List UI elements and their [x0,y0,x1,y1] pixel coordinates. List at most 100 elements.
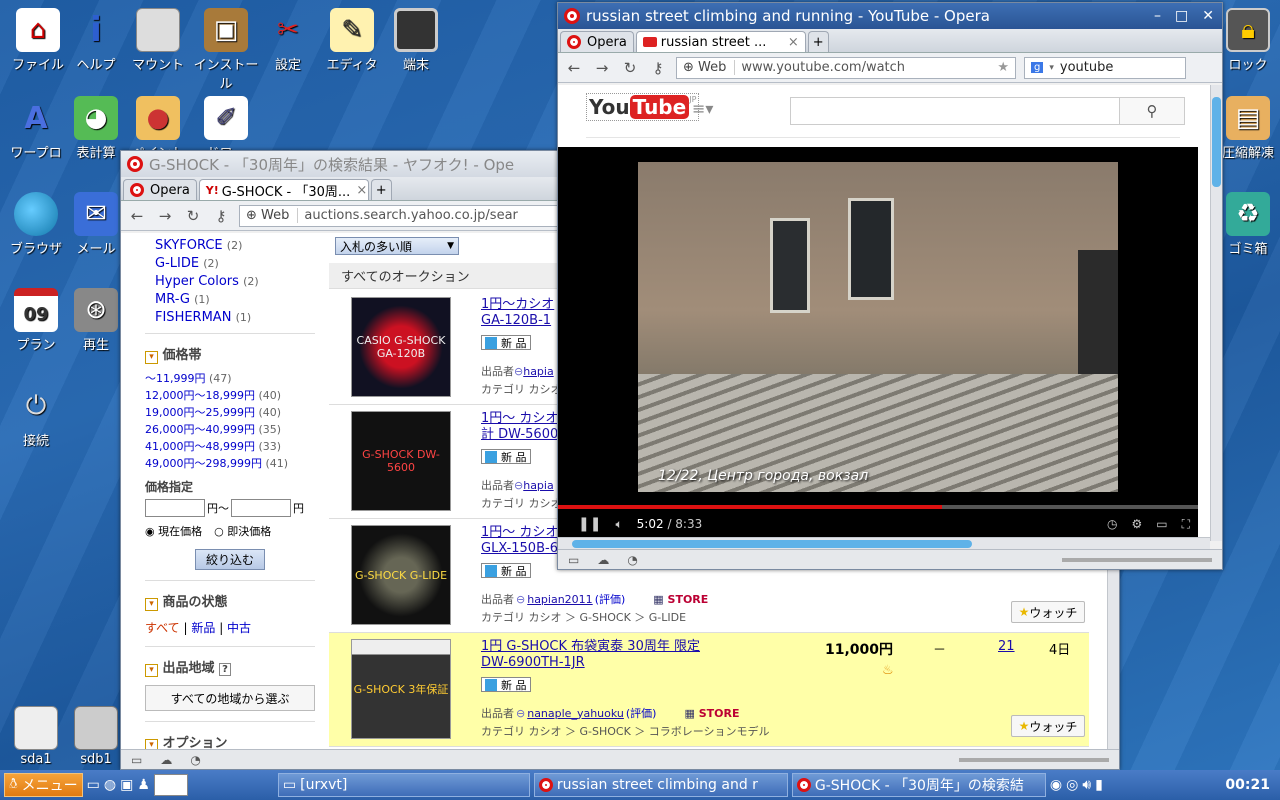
price-range-item[interactable]: 12,000円〜18,999円 (40) [145,387,315,404]
seller-link[interactable]: hapia [523,479,554,492]
condition-all[interactable]: すべて [145,621,180,635]
narrow-button[interactable]: 絞り込む [194,549,265,570]
quick-launch-globe-icon[interactable]: ◍ [104,777,116,793]
desktop-icon-mount[interactable]: マウント [122,8,194,73]
max-price-input[interactable] [231,499,291,517]
help-icon[interactable]: ? [219,663,231,676]
zoom-slider[interactable] [1062,557,1212,562]
bid-count-link[interactable]: 21 [998,639,1015,654]
item-thumbnail[interactable]: G-SHOCK 3年保証 [351,639,451,739]
desktop-icon-editor[interactable]: ✎ エディタ [316,8,388,73]
condition-used[interactable]: 中古 [227,621,251,635]
maximize-icon[interactable]: □ [1175,8,1188,24]
price-range-item[interactable]: 26,000円〜40,999円 (35) [145,421,315,438]
gear-icon[interactable]: ⚙ [1131,517,1142,531]
item-thumbnail[interactable]: CASIO G-SHOCK GA-120B [351,297,451,397]
show-desktop-icon[interactable] [153,774,188,796]
reload-icon[interactable]: ↻ [620,59,640,77]
close-icon[interactable]: ✕ [1202,8,1214,24]
seller-link[interactable]: hapia [523,365,554,378]
start-menu-button[interactable]: 🐧︎ メニュー [4,773,83,797]
youtube-search-input[interactable] [790,97,1120,125]
panel-toggle-icon[interactable]: ▭ [131,753,142,767]
scroll-thumb[interactable] [572,540,972,548]
desktop-icon-settings[interactable]: ✂ 設定 [252,8,324,73]
youtube-logo[interactable]: You Tube JP [586,93,700,121]
seller-link[interactable]: nanaple_yahuoku [527,707,624,720]
region-select-button[interactable]: すべての地域から選ぶ [145,685,315,711]
scroll-thumb[interactable] [1212,97,1221,187]
watch-later-icon[interactable]: ◷ [1107,517,1117,531]
guide-menu-icon[interactable]: ≡▾ [692,99,713,118]
cloud-icon[interactable]: ☁ [160,753,172,767]
youtube-window-titlebar[interactable]: russian street climbing and running - Yo… [558,3,1222,29]
sort-select[interactable]: 入札の多い順 ▼ [335,237,459,255]
condition-heading[interactable]: ▾ 商品の状態 [145,580,315,611]
opera-menu-tab[interactable]: Opera [560,31,634,52]
taskbar-item-yahoo[interactable]: G-SHOCK - 「30周年」の検索結 [791,773,1046,797]
yahoo-url-field[interactable]: ⊕ Web auctions.search.yahoo.co.jp/sear [239,204,569,227]
opera-menu-tab[interactable]: Opera [123,179,197,200]
tray-volume-icon[interactable]: 🔊︎ [1082,777,1091,793]
youtube-scrollbar-horizontal[interactable] [558,537,1210,549]
quick-launch-folder-icon[interactable]: ▣ [120,777,133,793]
back-arrow-icon[interactable]: ← [564,59,584,77]
region-heading[interactable]: ▾ 出品地域 ? [145,646,315,677]
brand-item[interactable]: MR-G (1) [155,291,315,309]
brand-item[interactable]: SKYFORCE (2) [155,237,315,255]
tray-battery-icon[interactable]: ▮ [1095,777,1103,793]
item-title-link[interactable]: 1円〜 カシオ 計 DW-5600 [481,411,558,443]
desktop-icon-connect[interactable]: ⏻ 接続 [0,384,72,450]
theater-mode-icon[interactable]: ▭ [1156,517,1167,531]
min-price-input[interactable] [145,499,205,517]
brand-item[interactable]: Hyper Colors (2) [155,273,315,291]
price-range-item[interactable]: 19,000円〜25,999円 (40) [145,404,315,421]
rating-link[interactable]: (評価) [595,591,626,607]
price-range-item[interactable]: 〜11,999円 (47) [145,370,315,387]
speed-dial-icon[interactable]: ◔ [627,553,637,567]
tray-opera-icon[interactable]: ◉ [1050,777,1062,793]
youtube-url-field[interactable]: ⊕ Web www.youtube.com/watch ★ [676,56,1016,79]
forward-arrow-icon[interactable]: → [592,59,612,77]
panel-toggle-icon[interactable]: ▭ [568,553,579,567]
new-tab-button[interactable]: + [370,179,392,200]
tray-network-icon[interactable]: ◎ [1066,777,1078,793]
cloud-icon[interactable]: ☁ [597,553,609,567]
option-heading[interactable]: ▾ オプション [145,721,315,749]
new-tab-button[interactable]: + [807,31,829,52]
watch-button[interactable]: ★ ウォッチ [1011,715,1085,737]
bookmark-star-icon[interactable]: ★ [997,60,1009,75]
brand-item[interactable]: G-LIDE (2) [155,255,315,273]
price-heading[interactable]: ▾ 価格帯 [145,333,315,364]
taskbar-item-urxvt[interactable]: ▭ [urxvt] [277,773,530,797]
volume-icon[interactable]: 🔈︎ [615,517,622,532]
brand-item[interactable]: FISHERMAN (1) [155,309,315,327]
youtube-search-field[interactable]: g ▾ youtube [1024,56,1186,79]
pause-icon[interactable]: ❚❚ [578,516,601,532]
item-title-link[interactable]: 1円 G-SHOCK 布袋寅泰 30周年 限定 DW-6900TH-1JR [481,639,700,671]
condition-new[interactable]: 新品 [191,621,215,635]
watch-button[interactable]: ★ ウォッチ [1011,601,1085,623]
quick-launch-terminal-icon[interactable]: ▭ [87,777,100,793]
key-icon[interactable]: ⚷ [211,207,231,225]
price-range-item[interactable]: 41,000円〜48,999円 (33) [145,438,315,455]
speed-dial-icon[interactable]: ◔ [190,753,200,767]
key-icon[interactable]: ⚷ [648,59,668,77]
price-range-item[interactable]: 49,000円〜298,999円 (41) [145,455,315,472]
item-thumbnail[interactable]: G-SHOCK G-LIDE [351,525,451,625]
radio-current-price[interactable]: ◉ 現在価格 [145,523,202,539]
close-tab-icon[interactable]: × [788,35,799,50]
zoom-slider[interactable] [959,757,1109,762]
video-player[interactable]: 12/22, Центр города, вокзал ❚❚ 🔈︎ 5:02 /… [558,147,1198,539]
back-arrow-icon[interactable]: ← [127,207,147,225]
item-title-link[interactable]: 1円〜カシオ GA-120B-1 [481,297,554,329]
reload-icon[interactable]: ↻ [183,207,203,225]
radio-buyout-price[interactable]: ○ 即決価格 [214,523,271,539]
quick-launch-penguin-icon[interactable]: ♟ [137,777,150,793]
tab-youtube[interactable]: russian street ... × [635,31,806,52]
minimize-icon[interactable]: – [1154,8,1161,24]
youtube-scrollbar-vertical[interactable] [1210,85,1222,541]
close-tab-icon[interactable]: × [356,183,367,198]
fullscreen-icon[interactable]: ⛶ [1182,517,1190,532]
desktop-icon-terminal[interactable]: 端末 [380,8,452,73]
